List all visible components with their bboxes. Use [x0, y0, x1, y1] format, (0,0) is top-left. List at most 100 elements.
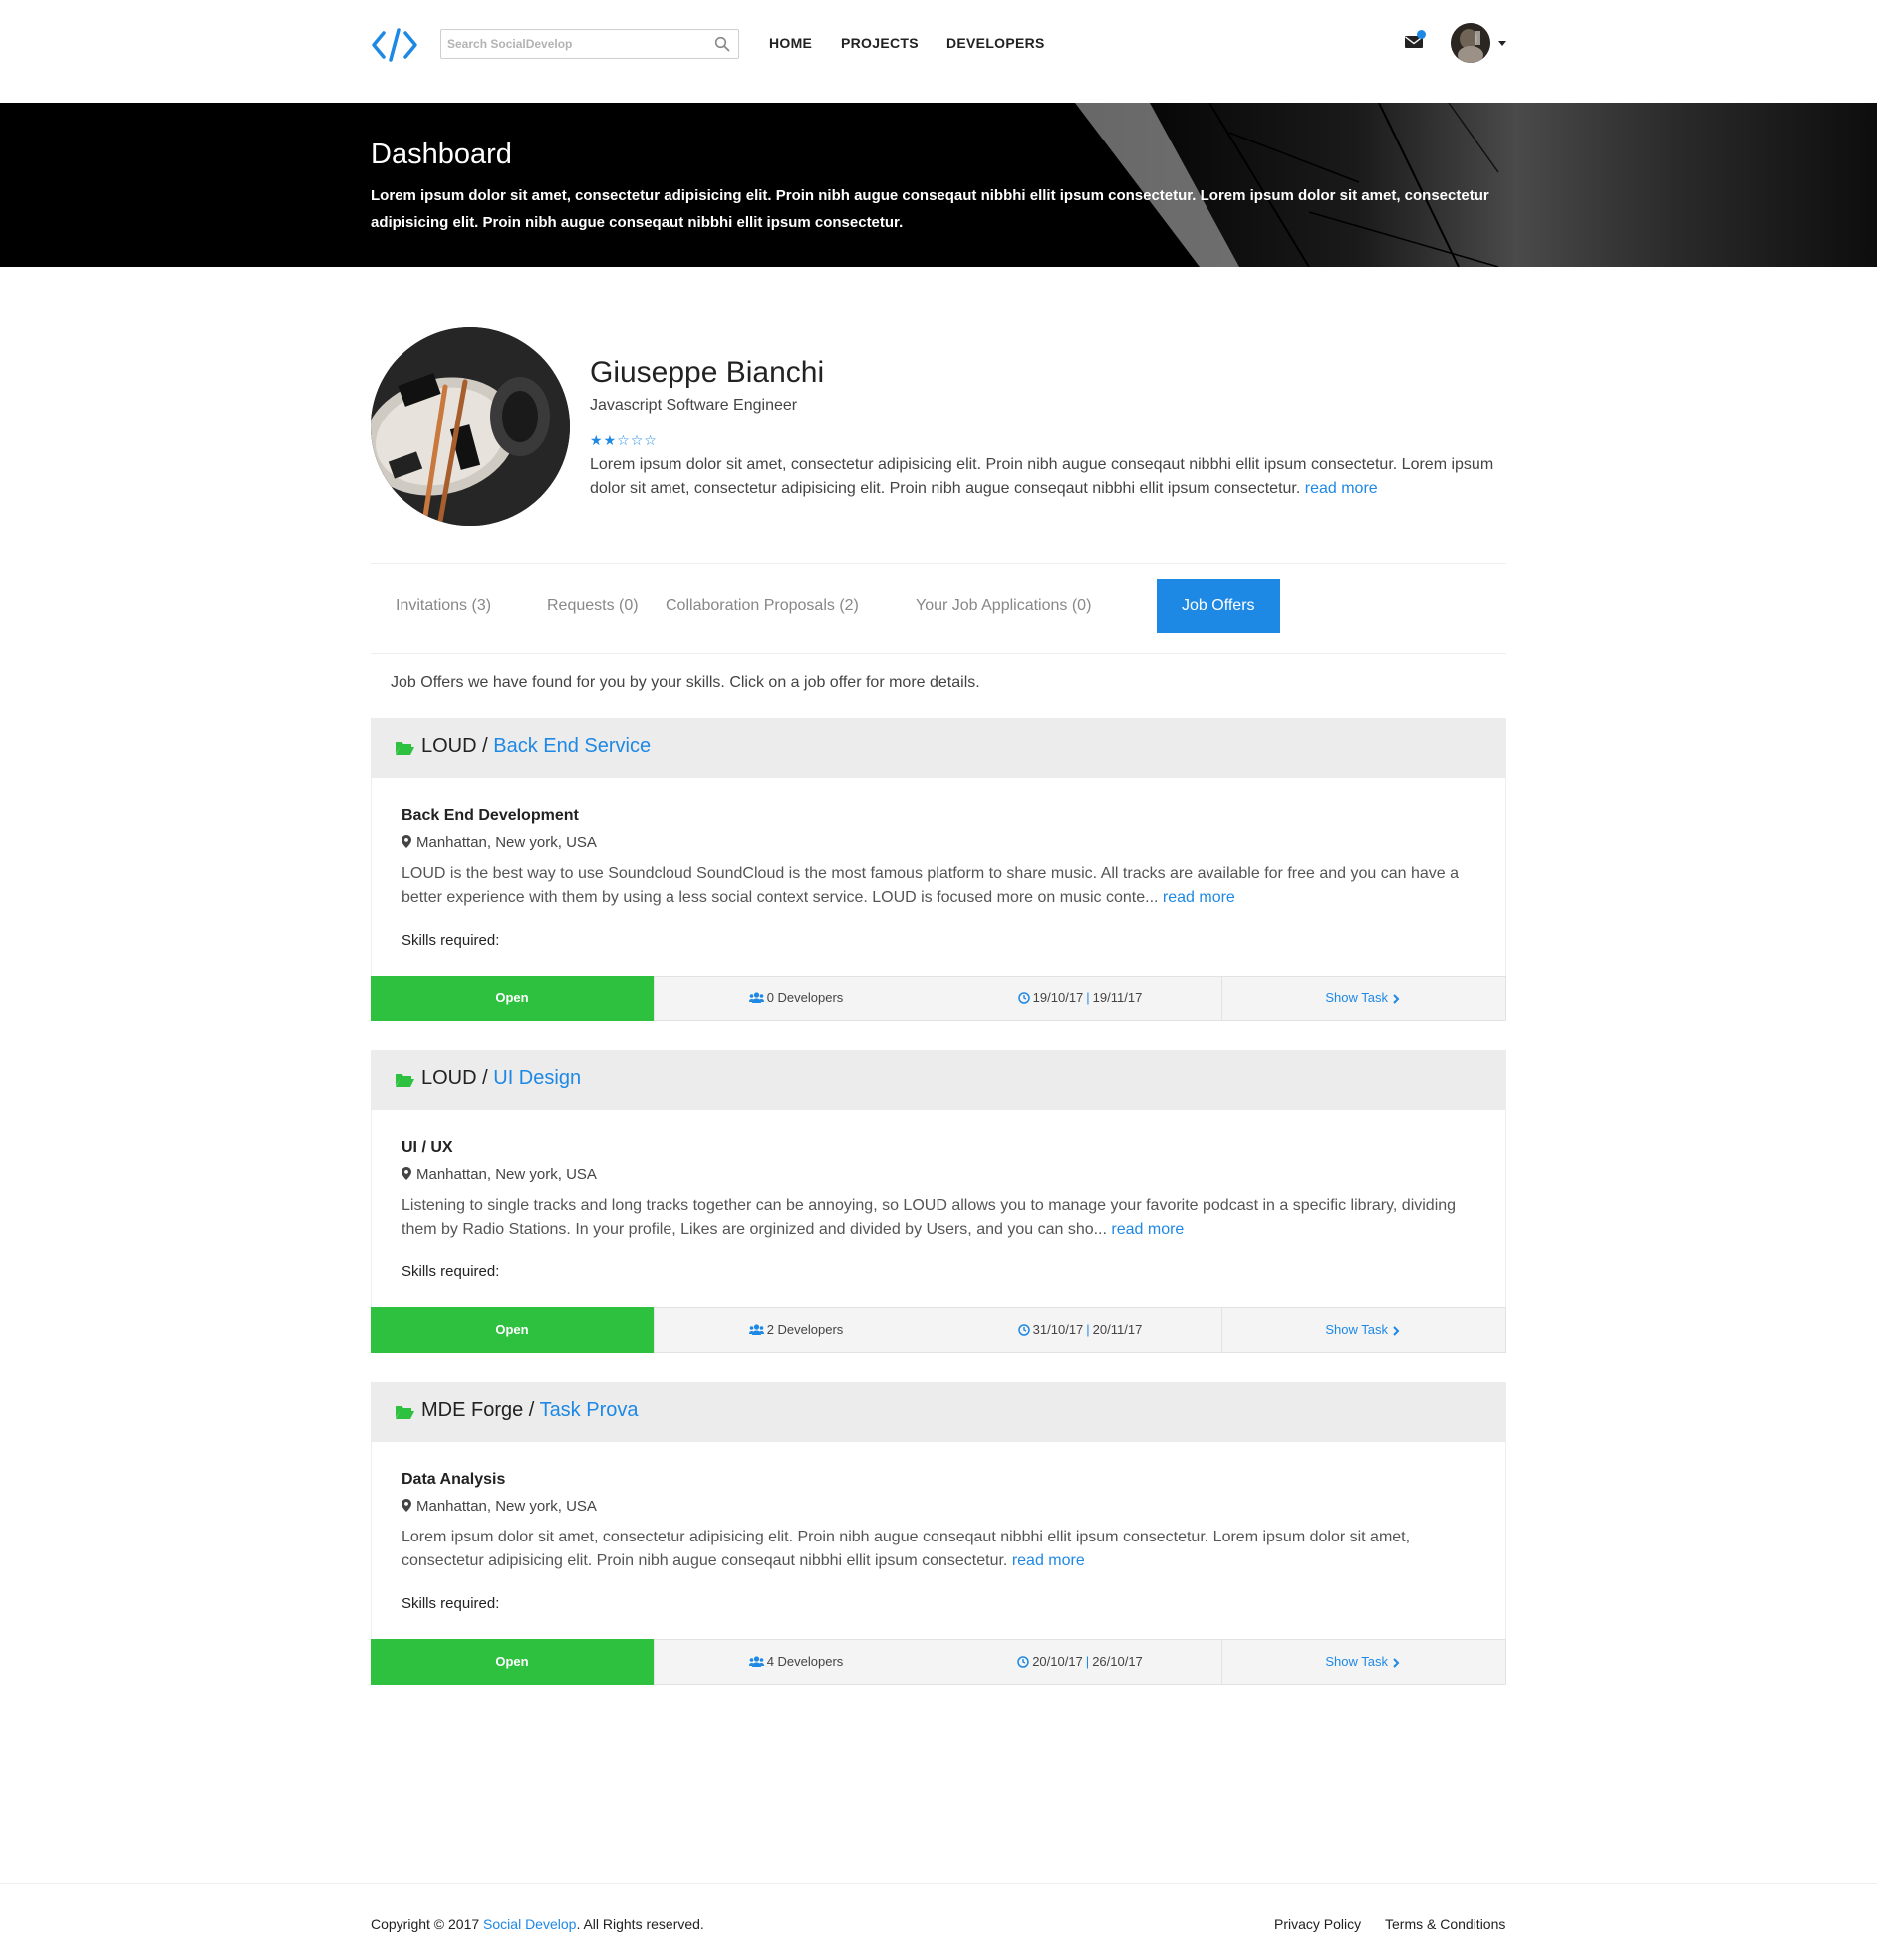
developers-count: 0 Developers	[655, 977, 938, 1020]
folder-open-icon	[396, 742, 414, 755]
job-description-text: LOUD is the best way to use Soundcloud S…	[402, 865, 1459, 906]
start-date: 19/10/17	[1032, 990, 1084, 1005]
tab-collaboration-proposals[interactable]: Collaboration Proposals (2)	[641, 579, 884, 633]
avatar-photo	[1451, 23, 1490, 63]
developers-count-text: 0 Developers	[766, 990, 844, 1005]
profile-bio: Lorem ipsum dolor sit amet, consectetur …	[590, 453, 1506, 501]
folder-open-icon	[396, 1406, 414, 1419]
project-name: LOUD	[421, 1067, 477, 1089]
map-marker-icon	[402, 1167, 411, 1180]
show-task-button[interactable]: Show Task	[1222, 1308, 1505, 1352]
tab-job-applications[interactable]: Your Job Applications (0)	[891, 579, 1116, 633]
job-card-header: LOUD / UI Design	[371, 1050, 1506, 1110]
job-card-footer: Open 4 Developers 20/10/17 | 26/10/17 Show…	[371, 1639, 1506, 1685]
job-location-text: Manhattan, New york, USA	[416, 834, 597, 851]
hero-description: Lorem ipsum dolor sit amet, consectetur …	[371, 187, 1489, 231]
hero-banner: Dashboard Lorem ipsum dolor sit amet, co…	[0, 103, 1877, 267]
clock-icon	[1017, 992, 1030, 1004]
project-name: LOUD	[421, 735, 477, 757]
job-card-body: Data Analysis Manhattan, New york, USA L…	[371, 1442, 1506, 1639]
profile-read-more-link[interactable]: read more	[1305, 480, 1378, 497]
nav-home-link[interactable]: HOME	[769, 35, 812, 51]
show-task-button[interactable]: Show Task	[1222, 1640, 1505, 1684]
clock-icon	[1017, 1656, 1029, 1668]
task-link[interactable]: Task Prova	[540, 1399, 639, 1421]
user-avatar[interactable]	[1451, 23, 1490, 63]
chevron-right-icon	[1392, 1326, 1400, 1336]
end-date: 26/10/17	[1092, 1654, 1143, 1669]
star-icon: ★	[603, 432, 618, 448]
job-offer-card: LOUD / UI Design UI / UX Manhattan, New …	[371, 1050, 1506, 1353]
show-task-label: Show Task	[1325, 990, 1388, 1005]
end-date: 20/11/17	[1092, 1322, 1143, 1337]
job-description: Lorem ipsum dolor sit amet, consectetur …	[402, 1526, 1487, 1573]
job-name: Back End Development	[402, 807, 579, 824]
job-read-more-link[interactable]: read more	[1012, 1552, 1085, 1569]
developers-count-text: 4 Developers	[766, 1654, 844, 1669]
title-separator: /	[523, 1399, 540, 1421]
profile-avatar	[371, 327, 570, 526]
terms-conditions-link[interactable]: Terms & Conditions	[1385, 1916, 1505, 1932]
job-offer-card: MDE Forge / Task Prova Data Analysis Man…	[371, 1382, 1506, 1685]
job-offers-intro: Job Offers we have found for you by your…	[391, 674, 980, 691]
job-card-title: MDE Forge / Task Prova	[421, 1399, 639, 1422]
skills-required-label: Skills required:	[402, 1595, 500, 1612]
avatar-dropdown-caret[interactable]	[1498, 41, 1506, 46]
job-location: Manhattan, New york, USA	[402, 834, 597, 851]
date-separator: |	[1086, 1322, 1090, 1337]
job-card-title: LOUD / Back End Service	[421, 735, 651, 758]
job-name: UI / UX	[402, 1139, 453, 1156]
job-card-body: Back End Development Manhattan, New york…	[371, 778, 1506, 976]
map-marker-icon	[402, 1499, 411, 1512]
code-icon[interactable]	[371, 27, 418, 63]
status-badge: Open	[371, 1639, 655, 1685]
nav-developers-link[interactable]: DEVELOPERS	[946, 35, 1045, 51]
profile-photo	[371, 327, 570, 526]
privacy-policy-link[interactable]: Privacy Policy	[1274, 1916, 1361, 1932]
dashboard-tabs: Invitations (3) Requests (0) Collaborati…	[371, 563, 1506, 654]
copyright-suffix: . All Rights reserved.	[576, 1916, 704, 1932]
date-range: 19/10/17 | 19/11/17	[938, 977, 1222, 1020]
show-task-label: Show Task	[1325, 1322, 1388, 1337]
job-read-more-link[interactable]: read more	[1163, 889, 1235, 906]
date-range: 31/10/17 | 20/11/17	[938, 1308, 1222, 1352]
tab-invitations[interactable]: Invitations (3)	[371, 579, 516, 633]
title-separator: /	[476, 1067, 494, 1089]
job-card-title: LOUD / UI Design	[421, 1067, 581, 1090]
job-location-text: Manhattan, New york, USA	[416, 1166, 597, 1183]
project-name: MDE Forge	[421, 1399, 524, 1421]
developers-count: 4 Developers	[655, 1640, 938, 1684]
search-input[interactable]	[441, 30, 700, 58]
page-footer: Copyright © 2017 Social Develop. All Rig…	[0, 1883, 1877, 1960]
job-card-body: UI / UX Manhattan, New york, USA Listeni…	[371, 1110, 1506, 1307]
show-task-button[interactable]: Show Task	[1222, 977, 1505, 1020]
nav-projects-link[interactable]: PROJECTS	[841, 35, 919, 51]
brand-link[interactable]: Social Develop	[483, 1916, 576, 1932]
task-link[interactable]: UI Design	[493, 1067, 581, 1089]
job-card-header: LOUD / Back End Service	[371, 718, 1506, 778]
notification-dot	[1417, 30, 1426, 39]
job-card-footer: Open 2 Developers 31/10/17 | 20/11/17 Show…	[371, 1307, 1506, 1353]
star-outline-icon: ☆	[644, 432, 658, 448]
page-title: Dashboard	[371, 139, 512, 170]
job-read-more-link[interactable]: read more	[1111, 1221, 1184, 1238]
star-icon: ★	[590, 432, 604, 448]
job-description-text: Listening to single tracks and long trac…	[402, 1197, 1457, 1238]
star-outline-icon: ☆	[617, 432, 631, 448]
skills-required-label: Skills required:	[402, 932, 500, 949]
task-link[interactable]: Back End Service	[493, 735, 651, 757]
job-location: Manhattan, New york, USA	[402, 1498, 597, 1515]
rating-stars: ★★☆☆☆	[590, 432, 658, 449]
job-description-text: Lorem ipsum dolor sit amet, consectetur …	[402, 1529, 1411, 1569]
profile-role: Javascript Software Engineer	[590, 397, 798, 414]
developers-count-text: 2 Developers	[766, 1322, 844, 1337]
profile-name: Giuseppe Bianchi	[590, 356, 825, 389]
tab-job-offers[interactable]: Job Offers	[1157, 579, 1280, 633]
job-card-header: MDE Forge / Task Prova	[371, 1382, 1506, 1442]
search-icon[interactable]	[714, 36, 730, 52]
start-date: 31/10/17	[1032, 1322, 1084, 1337]
users-icon	[748, 1656, 764, 1667]
chevron-right-icon	[1392, 994, 1400, 1004]
date-range: 20/10/17 | 26/10/17	[938, 1640, 1222, 1684]
users-icon	[748, 1324, 764, 1335]
